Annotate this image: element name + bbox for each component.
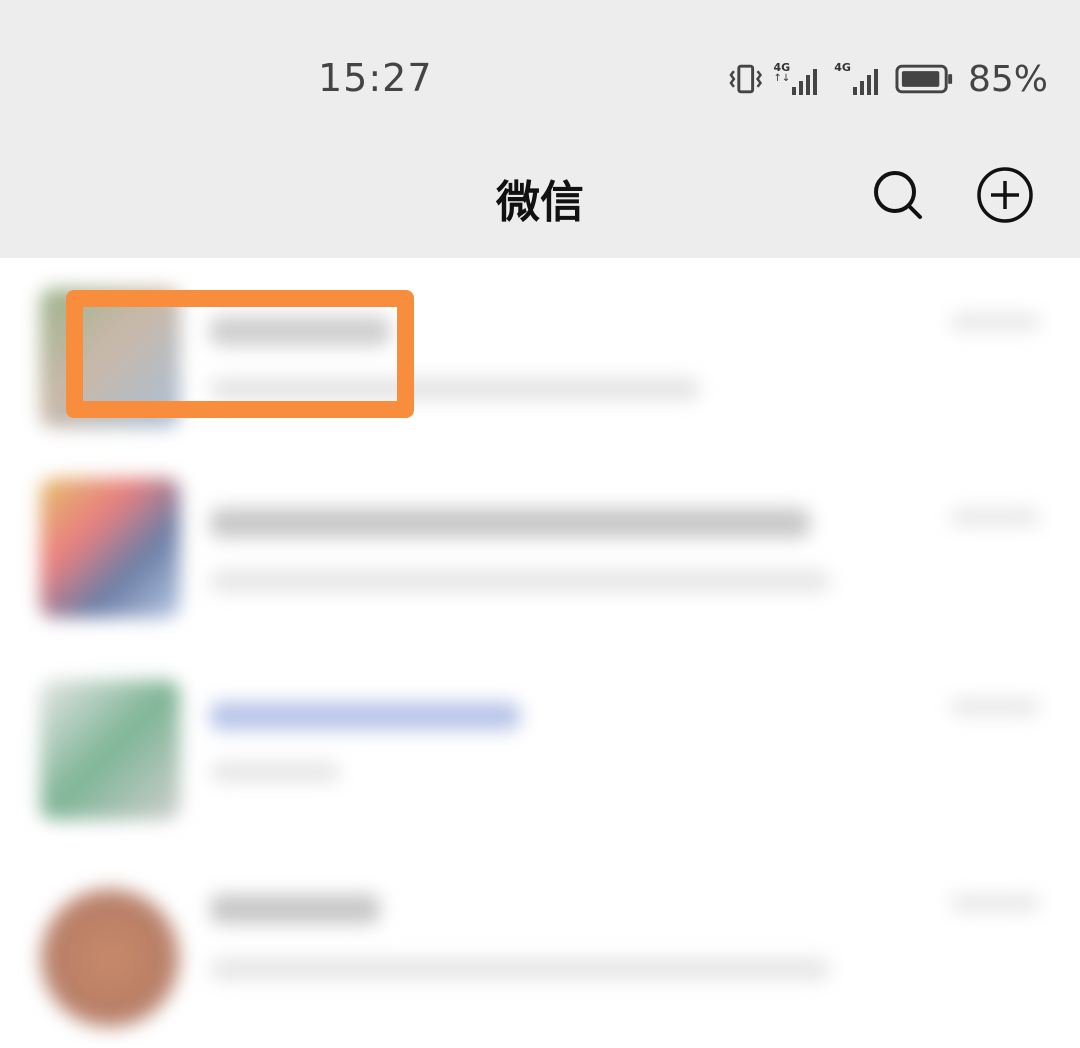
search-icon — [874, 171, 922, 219]
battery-percent: 85% — [967, 58, 1048, 100]
signal-4g-icon: 4G — [834, 61, 885, 95]
network-type-label: 4G — [773, 61, 791, 74]
chat-list-item[interactable] — [0, 458, 1080, 648]
chat-name-placeholder — [210, 702, 520, 730]
avatar — [40, 680, 180, 820]
avatar — [40, 888, 180, 1028]
chat-preview-placeholder — [210, 958, 830, 980]
signal-4g-icon: 4G ↑↓ — [773, 61, 824, 95]
chat-time-placeholder — [950, 698, 1040, 716]
chat-time-placeholder — [950, 894, 1040, 912]
add-button[interactable] — [975, 165, 1035, 225]
chat-preview-placeholder — [210, 762, 340, 782]
vibrate-icon — [729, 64, 763, 94]
network-type-label: 4G — [834, 61, 851, 74]
status-icons: 4G ↑↓ 4G 85% — [728, 58, 1048, 100]
chat-name-placeholder — [210, 894, 380, 924]
chat-list-item[interactable] — [0, 658, 1080, 848]
chat-time-placeholder — [950, 313, 1040, 331]
highlight-box — [66, 290, 414, 418]
search-button[interactable] — [868, 165, 928, 225]
chat-name-placeholder — [210, 508, 810, 538]
chat-preview-placeholder — [210, 570, 830, 592]
chat-list-item[interactable] — [0, 858, 1080, 1048]
avatar — [40, 478, 180, 618]
top-chrome: 15:27 4G ↑↓ 4G 85% 微信 — [0, 0, 1080, 258]
battery-icon — [895, 64, 953, 94]
chat-time-placeholder — [950, 508, 1040, 526]
status-time: 15:27 — [318, 56, 433, 100]
add-circle-icon — [977, 167, 1033, 223]
